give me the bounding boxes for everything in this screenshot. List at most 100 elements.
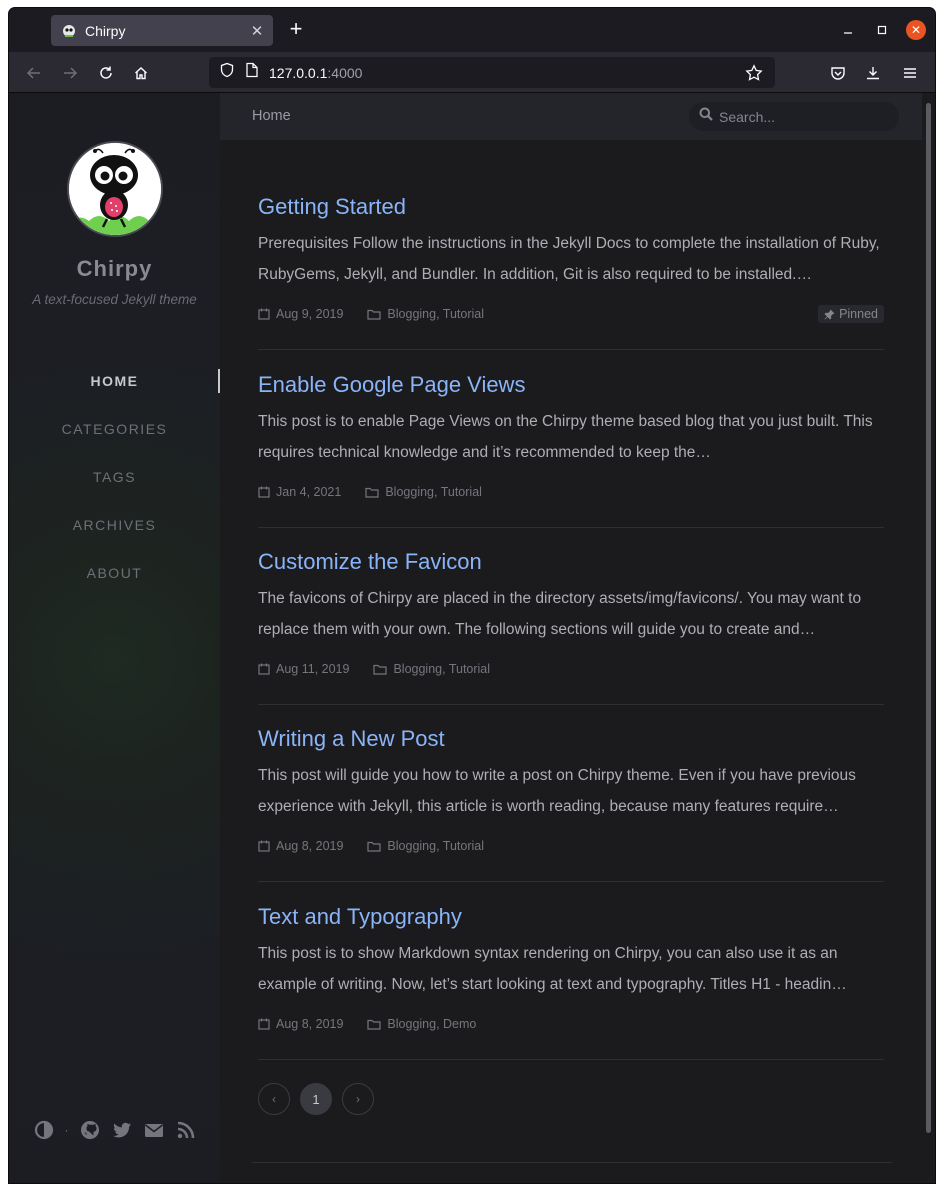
post-item: Enable Google Page Views This post is to… [258, 371, 884, 528]
bookmark-star-icon[interactable] [745, 64, 763, 87]
post-meta: Aug 8, 2019 Blogging, Demo [258, 1015, 884, 1033]
previous-page-button[interactable]: ‹ [258, 1083, 290, 1115]
search-input[interactable] [719, 108, 889, 125]
folder-icon [373, 664, 388, 675]
page-icon [245, 62, 259, 83]
post-categories-text[interactable]: Blogging, Tutorial [393, 662, 490, 676]
calendar-icon [258, 1018, 270, 1030]
post-date: Aug 11, 2019 [258, 662, 349, 676]
post-date: Aug 8, 2019 [258, 839, 343, 853]
post-item: Customize the Favicon The favicons of Ch… [258, 548, 884, 705]
sidebar-item-tags[interactable]: TAGS [9, 453, 220, 501]
post-excerpt: This post will guide you how to write a … [258, 767, 856, 815]
post-title-link[interactable]: Text and Typography [258, 903, 884, 931]
browser-window: Chirpy ✕ + ✕ 127.0.0.1:4000 Chirpy A tex… [9, 8, 935, 1183]
post-excerpt: This post is to enable Page Views on the… [258, 413, 873, 461]
calendar-icon [258, 840, 270, 852]
pinned-badge: Pinned [818, 305, 884, 323]
folder-icon [365, 487, 379, 498]
post-date-text: Aug 11, 2019 [276, 662, 350, 676]
tab-close-icon[interactable]: ✕ [249, 22, 265, 40]
post-categories-text[interactable]: Blogging, Tutorial [387, 307, 484, 321]
shield-icon[interactable] [219, 62, 235, 83]
post-date-text: Aug 8, 2019 [276, 839, 344, 853]
post-categories[interactable]: Blogging, Tutorial [365, 485, 482, 499]
navigation-bar: 127.0.0.1:4000 [9, 52, 935, 93]
sidebar-item-label: CATEGORIES [61, 421, 168, 437]
home-button[interactable] [129, 61, 153, 85]
main-content: Getting Started Prerequisites Follow the… [220, 140, 922, 1183]
post-categories[interactable]: Blogging, Tutorial [373, 662, 490, 676]
email-icon[interactable] [143, 1119, 165, 1141]
post-meta: Aug 9, 2019 Blogging, Tutorial Pinned [258, 305, 884, 323]
post-title-link[interactable]: Enable Google Page Views [258, 371, 884, 399]
forward-button[interactable] [58, 61, 82, 85]
pagination: ‹ 1 › [258, 1083, 374, 1115]
minimize-button[interactable] [838, 20, 858, 40]
twitter-icon[interactable] [111, 1119, 133, 1141]
site-subtitle: A text-focused Jekyll theme [32, 292, 197, 307]
post-categories-text[interactable]: Blogging, Demo [387, 1017, 476, 1031]
search-box[interactable] [689, 102, 899, 131]
post-date-text: Aug 9, 2019 [276, 307, 344, 321]
theme-toggle-icon[interactable] [33, 1119, 55, 1141]
post-excerpt: Prerequisites Follow the instructions in… [258, 235, 880, 283]
calendar-icon [258, 308, 270, 320]
sidebar-item-label: TAGS [92, 469, 137, 485]
tab-title: Chirpy [85, 22, 126, 39]
sidebar-bottom-links: · [9, 1119, 220, 1141]
folder-icon [367, 309, 382, 320]
downloads-icon[interactable] [861, 61, 885, 85]
next-page-button[interactable]: › [342, 1083, 374, 1115]
sidebar-item-about[interactable]: ABOUT [9, 549, 220, 597]
sidebar-item-home[interactable]: HOME [9, 357, 220, 405]
post-item: Writing a New Post This post will guide … [258, 725, 884, 882]
scrollbar-thumb[interactable] [926, 103, 931, 1133]
post-title-link[interactable]: Writing a New Post [258, 725, 884, 753]
github-icon[interactable] [79, 1119, 101, 1141]
pin-icon [824, 309, 835, 319]
scrollbar[interactable] [923, 93, 935, 1183]
sidebar-item-label: ABOUT [86, 565, 143, 581]
breadcrumb: Home [252, 108, 291, 124]
post-title-link[interactable]: Customize the Favicon [258, 548, 884, 576]
calendar-icon [258, 663, 270, 675]
separator-dot-icon: · [64, 1123, 69, 1137]
sidebar-item-categories[interactable]: CATEGORIES [9, 405, 220, 453]
post-categories[interactable]: Blogging, Tutorial [367, 307, 484, 321]
new-tab-button[interactable]: + [285, 18, 307, 40]
rss-icon[interactable] [175, 1119, 197, 1141]
page-1-button[interactable]: 1 [300, 1083, 332, 1115]
browser-tab[interactable]: Chirpy ✕ [51, 15, 273, 46]
post-title-link[interactable]: Getting Started [258, 193, 884, 221]
post-excerpt: This post is to show Markdown syntax ren… [258, 945, 847, 993]
post-excerpt: The favicons of Chirpy are placed in the… [258, 590, 862, 638]
avatar[interactable] [67, 141, 163, 237]
sidebar-item-label: ARCHIVES [72, 517, 157, 533]
post-categories[interactable]: Blogging, Demo [367, 1017, 476, 1031]
back-button[interactable] [22, 61, 46, 85]
post-categories[interactable]: Blogging, Tutorial [367, 839, 484, 853]
maximize-button[interactable] [872, 20, 892, 40]
sidebar-nav: HOME CATEGORIES TAGS ARCHIVES ABOUT [9, 357, 220, 597]
post-categories-text[interactable]: Blogging, Tutorial [385, 485, 482, 499]
post-date-text: Jan 4, 2021 [276, 485, 342, 499]
post-item: Text and Typography This post is to show… [258, 903, 884, 1060]
post-categories-text[interactable]: Blogging, Tutorial [387, 839, 484, 853]
post-item: Getting Started Prerequisites Follow the… [258, 193, 884, 350]
reload-button[interactable] [94, 61, 118, 85]
url-text[interactable]: 127.0.0.1:4000 [269, 65, 362, 81]
folder-icon [367, 1019, 382, 1030]
post-meta: Jan 4, 2021 Blogging, Tutorial [258, 483, 884, 501]
url-bar[interactable]: 127.0.0.1:4000 [209, 57, 775, 88]
post-date: Aug 8, 2019 [258, 1017, 343, 1031]
post-date: Aug 9, 2019 [258, 307, 343, 321]
site-title[interactable]: Chirpy [9, 256, 220, 282]
close-window-button[interactable]: ✕ [906, 20, 926, 40]
sidebar: Chirpy A text-focused Jekyll theme HOME … [9, 93, 220, 1183]
topbar: Home [220, 93, 922, 140]
app-menu-icon[interactable] [898, 61, 922, 85]
folder-icon [367, 841, 382, 852]
sidebar-item-archives[interactable]: ARCHIVES [9, 501, 220, 549]
pocket-icon[interactable] [826, 61, 850, 85]
